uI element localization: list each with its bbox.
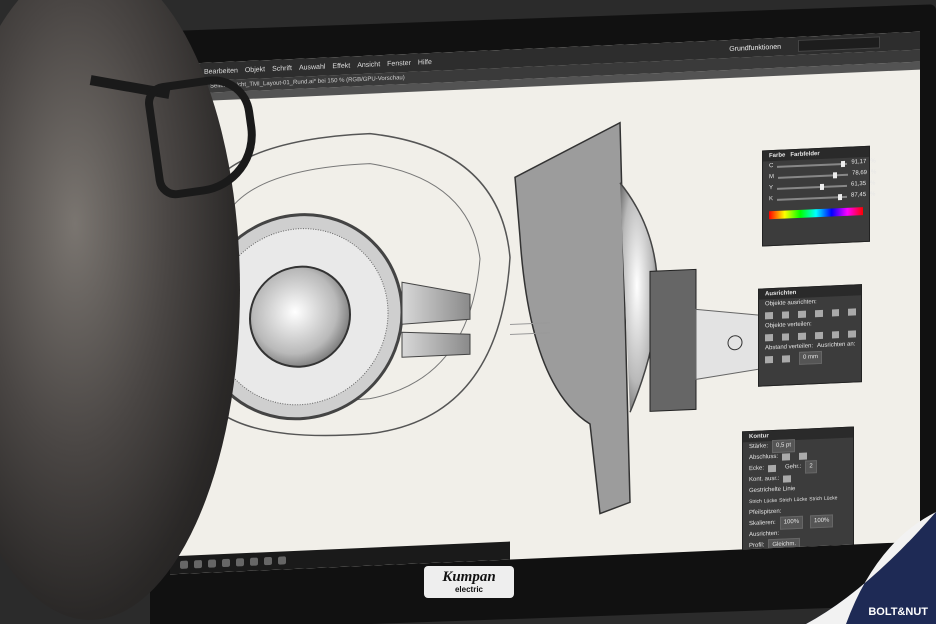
brand-logo-text: Kumpan <box>442 569 496 585</box>
color-spectrum[interactable] <box>769 207 863 220</box>
gap-label: Lücke <box>763 497 778 505</box>
app-icon[interactable] <box>278 556 286 565</box>
watermark: BOLT&NUT <box>868 606 928 618</box>
channel-unit: % <box>870 191 876 198</box>
channel-slider[interactable] <box>777 160 848 168</box>
browser-icon[interactable] <box>236 558 244 567</box>
channel-value[interactable]: 91,17 <box>851 157 866 169</box>
headlight-side-view <box>510 121 781 515</box>
stroke-cap-label: Abschluss: <box>749 453 779 462</box>
photo-scene: Bearbeiten Objekt Schrift Auswahl Effekt… <box>0 0 936 624</box>
monitor-screen: Bearbeiten Objekt Schrift Auswahl Effekt… <box>170 31 920 575</box>
distribute-right-icon[interactable] <box>848 330 857 338</box>
spacing-horizontal-icon[interactable] <box>782 355 790 363</box>
file-explorer-icon[interactable] <box>222 558 230 568</box>
distribute-top-icon[interactable] <box>765 334 773 342</box>
align-left-icon[interactable] <box>765 312 773 320</box>
slider-knob[interactable] <box>819 183 824 190</box>
corner-miter-icon[interactable] <box>768 464 777 473</box>
illustrator-icon[interactable] <box>250 557 258 566</box>
headlight-front-view <box>196 132 511 437</box>
start-icon[interactable] <box>180 560 188 569</box>
slider-knob[interactable] <box>833 171 838 178</box>
slider-knob[interactable] <box>841 160 846 167</box>
channel-unit: % <box>870 180 876 187</box>
gap-label: Lücke <box>793 496 808 504</box>
align-to-label: Ausrichten an: <box>817 341 856 350</box>
align-right-icon[interactable] <box>798 310 807 318</box>
scale-start-input[interactable]: 100% <box>779 515 804 530</box>
spacing-input[interactable]: 0 mm <box>799 350 822 365</box>
channel-slider[interactable] <box>778 171 848 179</box>
channel-value[interactable]: 61,35 <box>851 179 866 191</box>
search-input[interactable] <box>798 36 880 52</box>
stroke-weight-label: Stärke: <box>749 443 769 451</box>
menu-item[interactable]: Hilfe <box>418 58 432 66</box>
color-panel-title[interactable]: Farbe <box>769 153 785 160</box>
brand-logo: Kumpan electric <box>424 566 514 598</box>
align-panel: Ausrichten Objekte ausrichten: Objekte v… <box>758 284 862 387</box>
channel-slider[interactable] <box>777 193 848 201</box>
swatches-tab[interactable]: Farbfelder <box>790 151 819 158</box>
slider-knob[interactable] <box>837 193 842 200</box>
gap-label: Lücke <box>824 495 838 502</box>
search-icon[interactable] <box>194 559 202 569</box>
align-top-icon[interactable] <box>815 309 823 318</box>
align-middle-icon[interactable] <box>831 309 840 317</box>
channel-value[interactable]: 87,45 <box>851 190 866 202</box>
distribute-left-icon[interactable] <box>815 331 823 340</box>
color-panel: Farbe Farbfelder C 91,17 % M 78,69 % Y 6… <box>762 145 876 247</box>
menu-item[interactable]: Auswahl <box>299 63 325 71</box>
spacing-vertical-icon[interactable] <box>765 356 773 364</box>
channel-unit: % <box>870 158 876 165</box>
cap-round-icon[interactable] <box>799 452 808 460</box>
miter-label: Gehr.: <box>785 463 802 471</box>
photoshop-icon[interactable] <box>264 556 272 566</box>
task-view-icon[interactable] <box>208 559 216 568</box>
align-stroke-center-icon[interactable] <box>783 475 792 483</box>
menu-item[interactable]: Ansicht <box>357 61 380 69</box>
menu-item[interactable]: Bearbeiten <box>204 67 238 75</box>
channel-label: C <box>769 163 774 170</box>
arrowheads-label: Pfeilspitzen: <box>749 508 782 517</box>
miter-input[interactable]: 2 <box>805 460 817 474</box>
menu-item[interactable]: Schrift <box>272 65 292 73</box>
cap-butt-icon[interactable] <box>782 453 791 461</box>
distribute-hcenter-icon[interactable] <box>831 331 840 339</box>
channel-label: Y <box>769 185 774 192</box>
dash-label: Strich <box>749 498 762 506</box>
menu-item[interactable]: Objekt <box>245 66 265 74</box>
brand-logo-sub: electric <box>454 585 484 594</box>
distribute-bottom-icon[interactable] <box>798 332 807 340</box>
channel-label: K <box>769 196 774 203</box>
menu-item[interactable]: Fenster <box>387 59 411 67</box>
align-center-icon[interactable] <box>781 311 790 319</box>
channel-unit: % <box>871 169 877 176</box>
dash-label: Strich <box>779 497 792 504</box>
align-bottom-icon[interactable] <box>848 308 857 316</box>
stroke-corner-label: Ecke: <box>749 465 765 473</box>
channel-value[interactable]: 78,69 <box>852 168 867 180</box>
menu-item[interactable]: Effekt <box>332 62 350 70</box>
channel-slider[interactable] <box>777 183 848 190</box>
workspace-switcher[interactable]: Grundfunktionen <box>729 43 781 52</box>
channel-label: M <box>769 174 774 181</box>
distribute-center-icon[interactable] <box>781 333 790 341</box>
dash-label: Strich <box>809 495 823 503</box>
